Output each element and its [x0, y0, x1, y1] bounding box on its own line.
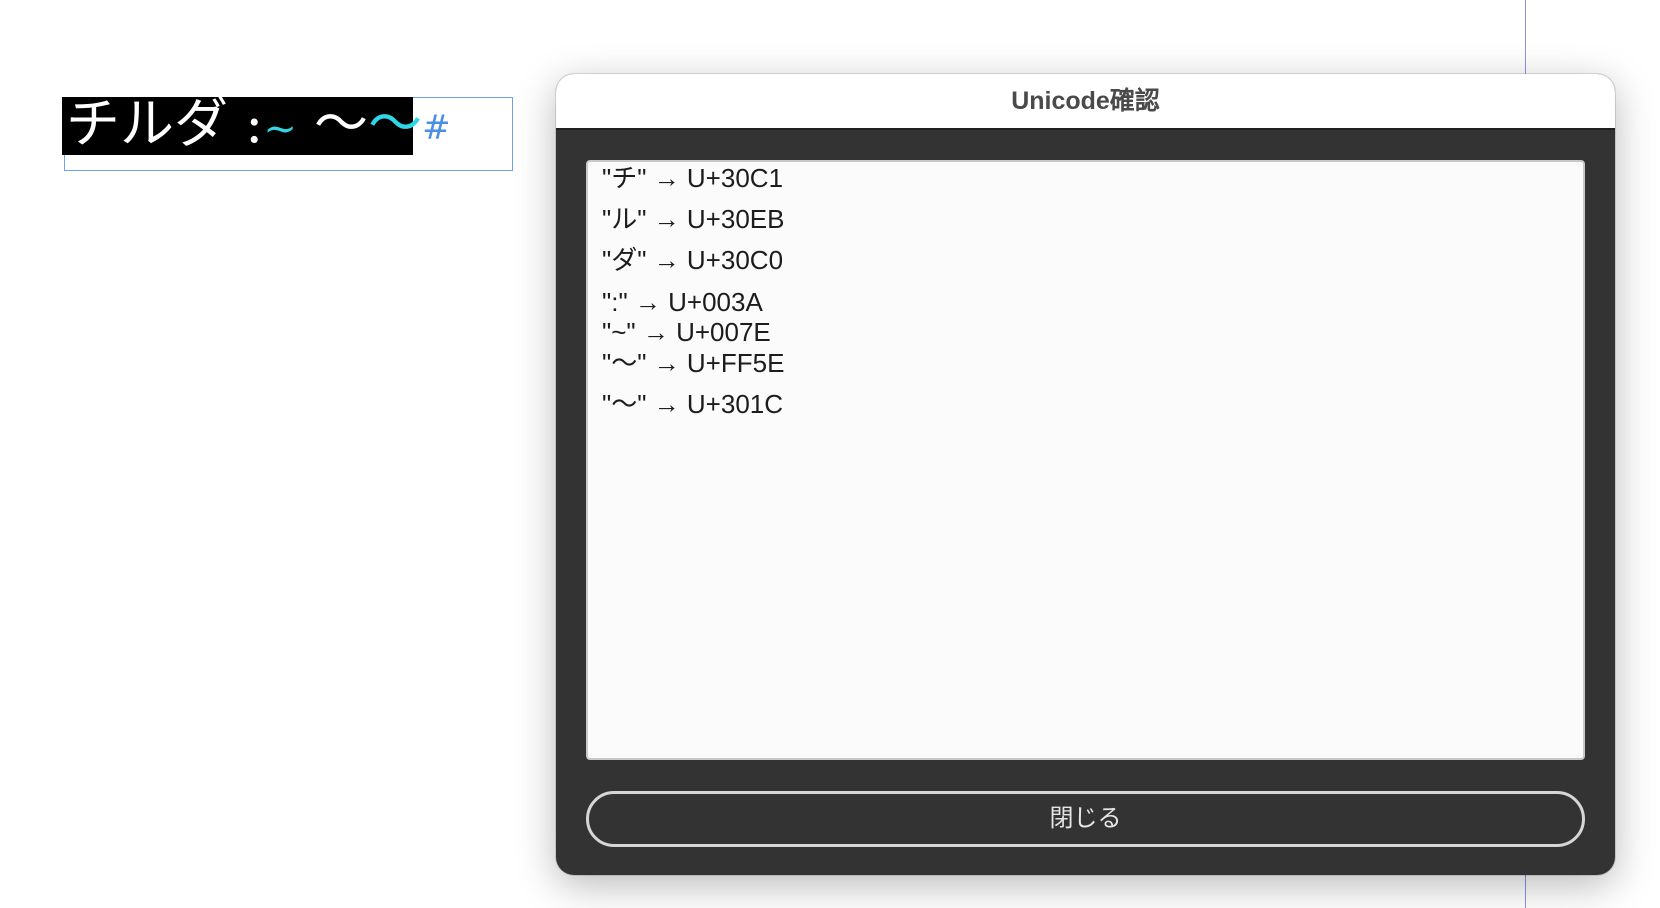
dialog-title: Unicode確認: [1011, 87, 1160, 115]
close-button[interactable]: 閉じる: [586, 791, 1585, 847]
selected-text[interactable]: チルダ :~ ～〜#: [66, 92, 451, 156]
list-item[interactable]: "〜" → U+301C: [602, 388, 783, 420]
end-of-story-marker-icon: #: [422, 108, 451, 148]
text-segment-fullwidth-tilde: ～: [296, 92, 369, 155]
list-item[interactable]: "チ" → U+30C1: [602, 162, 783, 194]
text-segment-colon: :: [245, 92, 264, 155]
unicode-dialog: Unicode確認 "チ" → U+30C1 "ル" → U+30EB "ダ" …: [556, 74, 1615, 875]
list-item[interactable]: ":" → U+003A: [602, 286, 763, 318]
text-segment-chiruda: チルダ: [66, 92, 246, 155]
list-item[interactable]: "～" → U+FF5E: [602, 347, 784, 379]
dialog-titlebar[interactable]: Unicode確認: [556, 74, 1615, 130]
document-canvas: チルダ :~ ～〜# Unicode確認 "チ" → U+30C1 "ル" → …: [0, 0, 1660, 908]
unicode-list[interactable]: "チ" → U+30C1 "ル" → U+30EB "ダ" → U+30C0 "…: [586, 160, 1585, 760]
list-item[interactable]: "~" → U+007E: [602, 316, 771, 348]
text-segment-ascii-tilde: ~: [263, 106, 297, 152]
text-segment-wave-dash: 〜: [368, 92, 423, 155]
list-item[interactable]: "ダ" → U+30C0: [602, 244, 783, 276]
list-item[interactable]: "ル" → U+30EB: [602, 203, 784, 235]
